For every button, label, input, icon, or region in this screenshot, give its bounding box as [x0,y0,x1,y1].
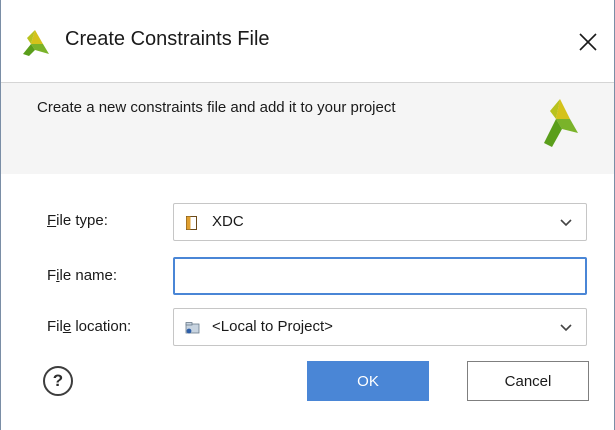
file-location-label: File location: [47,318,132,335]
vivado-logo-icon [23,30,49,56]
close-icon [579,33,597,51]
file-location-value: <Local to Project> [212,318,333,335]
help-icon: ? [52,371,64,390]
vivado-logo-icon [544,99,578,147]
file-type-value: XDC [212,213,244,230]
xdc-file-icon [186,216,197,230]
folder-icon [185,322,200,334]
file-type-label: File type: [47,212,108,229]
file-name-label: File name: [47,267,118,284]
file-name-input[interactable] [173,257,587,295]
create-constraints-file-dialog: Create Constraints File Create a new con… [0,0,615,430]
close-button[interactable] [562,18,614,66]
window-title: Create Constraints File [65,28,270,50]
ok-button[interactable]: OK [307,361,429,401]
title-bar: Create Constraints File [1,0,614,82]
cancel-button[interactable]: Cancel [467,361,589,401]
help-button[interactable]: ? [43,366,73,396]
file-type-select[interactable]: XDC [173,203,587,241]
file-location-select[interactable]: <Local to Project> [173,308,587,346]
chevron-down-icon [560,219,572,227]
header-description: Create a new constraints file and add it… [37,99,396,116]
chevron-down-icon [560,324,572,332]
dialog-header: Create a new constraints file and add it… [1,82,614,174]
